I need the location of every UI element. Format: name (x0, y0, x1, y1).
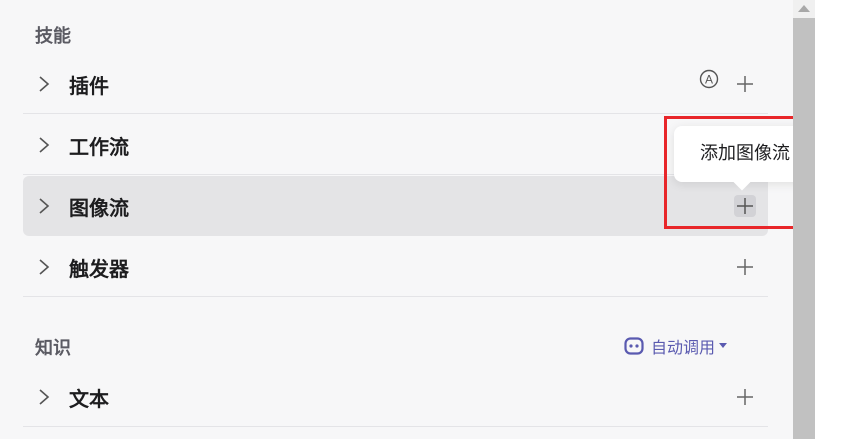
add-plugin-button[interactable] (734, 73, 756, 95)
skill-row-workflow[interactable]: 工作流 (23, 115, 768, 175)
robot-icon (624, 337, 644, 355)
chevron-right-icon[interactable] (37, 74, 51, 94)
skill-row-plugins[interactable]: 插件 A (23, 54, 768, 114)
right-gutter (815, 0, 847, 439)
scrollbar-thumb[interactable] (793, 18, 815, 439)
plus-icon (737, 389, 753, 405)
skill-row-label: 工作流 (69, 135, 129, 159)
scroll-up-arrow-icon[interactable] (798, 5, 810, 12)
skill-row-label: 图像流 (69, 196, 129, 220)
section-title-skills: 技能 (35, 26, 71, 47)
circle-a-icon: A (699, 69, 719, 89)
skill-row-label: 触发器 (69, 257, 129, 281)
chevron-right-icon[interactable] (37, 257, 51, 277)
plus-icon (737, 76, 753, 92)
chevron-right-icon[interactable] (37, 135, 51, 155)
auto-invoke-dropdown[interactable]: 自动调用 (624, 334, 728, 358)
section-title-knowledge: 知识 (35, 338, 71, 359)
plus-icon (737, 259, 753, 275)
chevron-right-icon[interactable] (37, 387, 51, 407)
bot-config-panel: 技能 插件 A 工作流 图像流 触发器 知识 自动调用 文本 添加图像流 (0, 0, 821, 439)
add-text-button[interactable] (734, 386, 756, 408)
knowledge-row-label: 文本 (69, 387, 109, 411)
vertical-scrollbar[interactable] (793, 0, 815, 439)
skill-row-imageflow[interactable]: 图像流 (23, 176, 768, 236)
caret-down-icon (719, 343, 728, 348)
svg-text:A: A (705, 73, 713, 87)
auto-invoke-label: 自动调用 (651, 338, 716, 357)
skill-row-label: 插件 (69, 74, 109, 98)
add-trigger-button[interactable] (734, 256, 756, 278)
knowledge-row-text[interactable]: 文本 (23, 367, 768, 427)
chevron-right-icon[interactable] (37, 196, 51, 216)
skill-row-trigger[interactable]: 触发器 (23, 237, 768, 297)
